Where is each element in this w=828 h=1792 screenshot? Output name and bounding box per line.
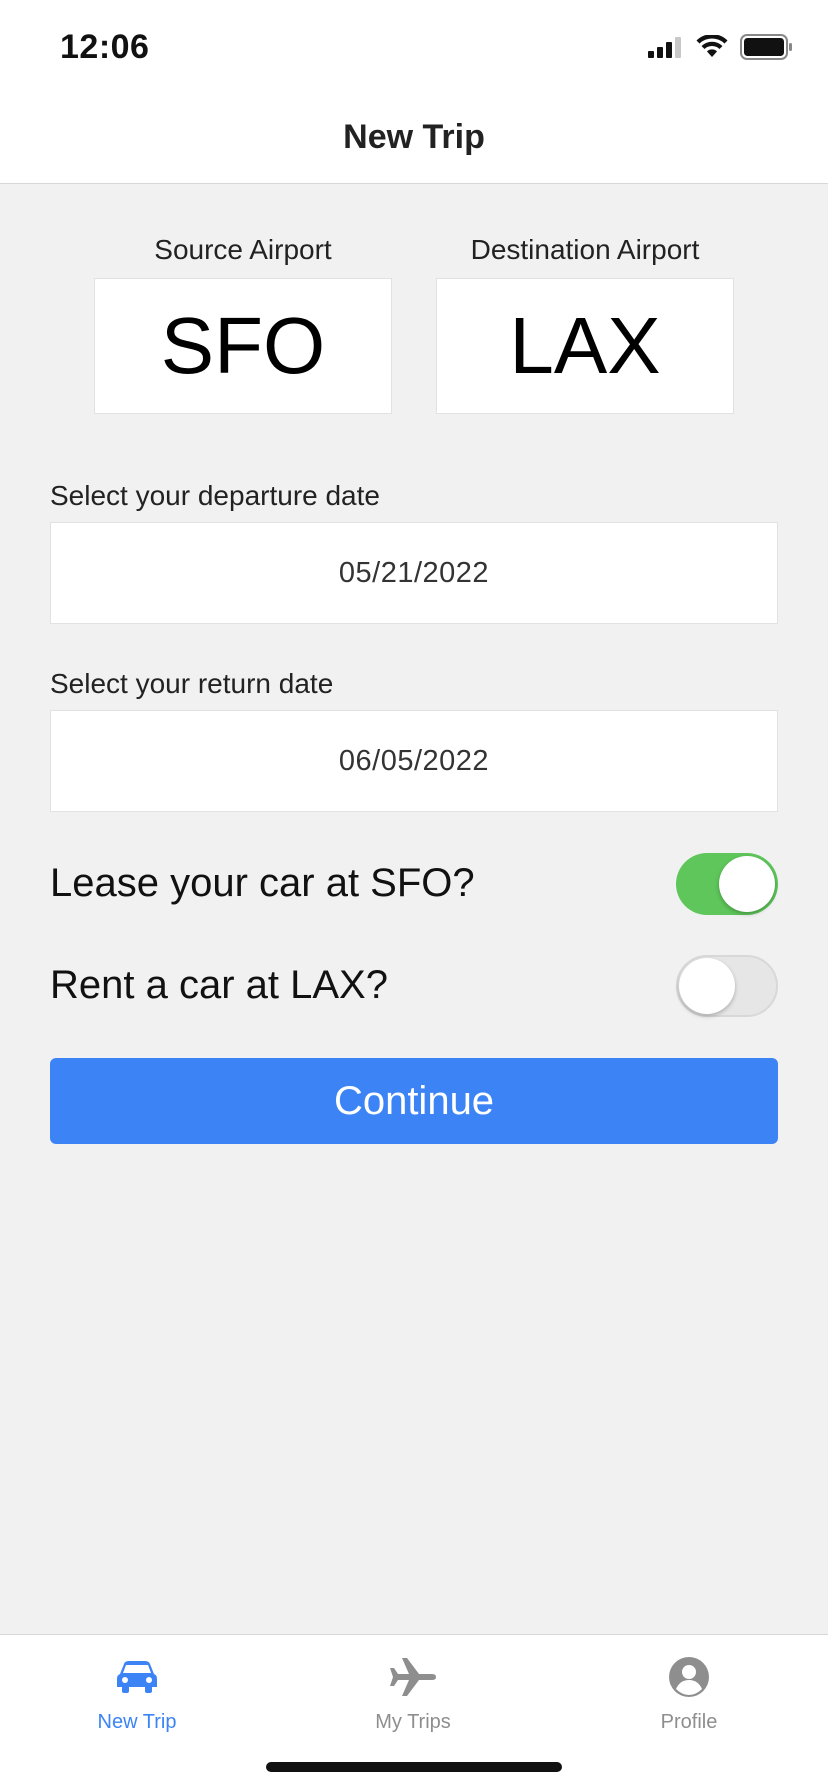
rent-car-label: Rent a car at LAX? (50, 963, 388, 1007)
cellular-signal-icon (648, 36, 684, 63)
wifi-icon (696, 34, 728, 64)
return-date-field[interactable]: 06/05/2022 (50, 710, 778, 812)
home-indicator[interactable] (266, 1762, 562, 1772)
tab-label: Profile (660, 1711, 718, 1733)
lease-car-label: Lease your car at SFO? (50, 861, 475, 905)
source-airport-field[interactable]: SFO (94, 278, 392, 414)
departure-date-label: Select your departure date (50, 480, 380, 511)
rent-car-row: Rent a car at LAX? (50, 955, 778, 1017)
tab-my-trips[interactable]: My Trips (313, 1649, 513, 1734)
destination-airport-label: Destination Airport (470, 234, 700, 265)
page-title: New Trip (343, 118, 485, 156)
toggle-knob (719, 856, 775, 912)
battery-icon (740, 34, 794, 65)
source-airport-section: Source Airport SFO (94, 230, 392, 414)
continue-button[interactable]: Continue (50, 1058, 778, 1144)
navigation-bar: New Trip (0, 92, 828, 184)
airplane-icon (313, 1649, 513, 1705)
person-icon (589, 1649, 789, 1705)
departure-date-field[interactable]: 05/21/2022 (50, 522, 778, 624)
rent-car-toggle[interactable] (676, 955, 778, 1017)
car-icon (37, 1649, 237, 1705)
status-time: 12:06 (60, 28, 150, 66)
lease-car-toggle[interactable] (676, 853, 778, 915)
tab-new-trip[interactable]: New Trip (37, 1649, 237, 1734)
lease-car-row: Lease your car at SFO? (50, 853, 778, 915)
return-date-label: Select your return date (50, 668, 334, 699)
destination-airport-field[interactable]: LAX (436, 278, 734, 414)
status-bar: 12:06 (0, 0, 828, 92)
tab-label: My Trips (375, 1711, 451, 1733)
tab-profile[interactable]: Profile (589, 1649, 789, 1734)
status-icons (648, 34, 794, 65)
source-airport-label: Source Airport (154, 234, 332, 265)
tab-label: New Trip (97, 1711, 177, 1733)
destination-airport-section: Destination Airport LAX (436, 230, 734, 414)
toggle-knob (679, 958, 735, 1014)
